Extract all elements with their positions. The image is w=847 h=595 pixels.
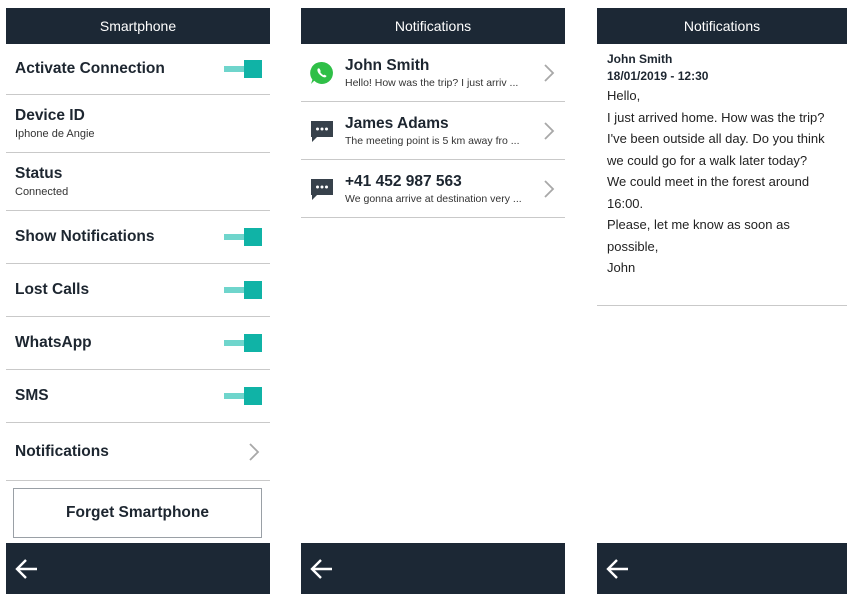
row-label: WhatsApp bbox=[15, 334, 92, 351]
chevron-right-icon bbox=[544, 63, 555, 82]
sender-name: John Smith bbox=[607, 52, 673, 66]
header: Notifications bbox=[301, 8, 565, 44]
notifications-row[interactable]: Notifications bbox=[6, 423, 270, 481]
sender-name: James Adams bbox=[345, 114, 449, 132]
message-body: Hello, I just arrived home. How was the … bbox=[607, 88, 825, 275]
page-title: Notifications bbox=[394, 18, 472, 34]
footer-bar bbox=[301, 543, 565, 594]
smartphone-screen: Smartphone Activate Connection Device ID… bbox=[6, 8, 270, 594]
message-preview: Hello! How was the trip? I just arriv ..… bbox=[345, 76, 519, 89]
activate-connection-row[interactable]: Activate Connection bbox=[6, 44, 270, 95]
message-preview: The meeting point is 5 km away fro ... bbox=[345, 134, 520, 147]
whatsapp-row[interactable]: WhatsApp bbox=[6, 317, 270, 370]
chevron-right-icon bbox=[249, 442, 260, 461]
sms-icon bbox=[311, 120, 333, 142]
header: Notifications bbox=[597, 8, 847, 44]
sender-name: +41 452 987 563 bbox=[345, 172, 462, 190]
sms-row[interactable]: SMS bbox=[6, 370, 270, 423]
forget-smartphone-button[interactable]: Forget Smartphone bbox=[13, 488, 262, 538]
whatsapp-toggle[interactable] bbox=[224, 334, 262, 352]
row-label: SMS bbox=[15, 387, 49, 404]
message-detail-screen: Notifications John Smith 18/01/2019 - 12… bbox=[597, 8, 847, 594]
device-id-value: Iphone de Angie bbox=[15, 128, 95, 140]
row-label: Activate Connection bbox=[15, 60, 165, 77]
notification-item[interactable]: +41 452 987 563 We gonna arrive at desti… bbox=[301, 160, 565, 218]
footer-bar bbox=[597, 543, 847, 594]
notification-item[interactable]: John Smith Hello! How was the trip? I ju… bbox=[301, 44, 565, 102]
header: Smartphone bbox=[6, 8, 270, 44]
row-label: Notifications bbox=[15, 442, 109, 460]
back-arrow-icon[interactable] bbox=[605, 556, 631, 582]
lost-calls-row[interactable]: Lost Calls bbox=[6, 264, 270, 317]
row-label: Show Notifications bbox=[15, 228, 155, 245]
sms-icon bbox=[311, 178, 333, 200]
message-content: John Smith 18/01/2019 - 12:30 Hello, I j… bbox=[597, 44, 847, 306]
page-title: Smartphone bbox=[99, 18, 177, 34]
row-label: Status bbox=[15, 165, 63, 182]
row-label: Lost Calls bbox=[15, 281, 90, 298]
status-value: Connected bbox=[15, 186, 69, 198]
page-title: Notifications bbox=[683, 18, 761, 34]
show-notifications-row[interactable]: Show Notifications bbox=[6, 211, 270, 264]
sms-toggle[interactable] bbox=[224, 387, 262, 405]
row-label: Device ID bbox=[15, 107, 85, 124]
show-notifications-toggle[interactable] bbox=[224, 228, 262, 246]
footer-bar bbox=[6, 543, 270, 594]
lost-calls-toggle[interactable] bbox=[224, 281, 262, 299]
back-arrow-icon[interactable] bbox=[14, 556, 40, 582]
sender-name: John Smith bbox=[345, 56, 430, 74]
chevron-right-icon bbox=[544, 121, 555, 140]
chevron-right-icon bbox=[544, 179, 555, 198]
status-row: Status Connected bbox=[6, 153, 270, 211]
back-arrow-icon[interactable] bbox=[309, 556, 335, 582]
activate-connection-toggle[interactable] bbox=[224, 60, 262, 78]
notification-item[interactable]: James Adams The meeting point is 5 km aw… bbox=[301, 102, 565, 160]
whatsapp-icon bbox=[310, 61, 333, 84]
message-timestamp: 18/01/2019 - 12:30 bbox=[607, 69, 709, 83]
device-id-row: Device ID Iphone de Angie bbox=[6, 95, 270, 153]
message-preview: We gonna arrive at destination very ... bbox=[345, 192, 522, 205]
notifications-list-screen: Notifications John Smith Hello! How was … bbox=[301, 8, 565, 594]
